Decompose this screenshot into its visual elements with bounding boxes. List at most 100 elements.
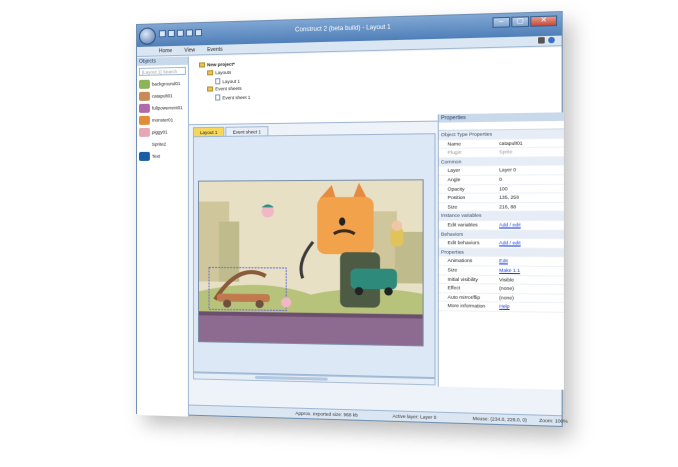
property-name: Initial visibility: [447, 276, 478, 282]
property-row[interactable]: Size 216, 88: [438, 202, 564, 213]
property-value-text: (none): [499, 294, 514, 301]
property-value: 100: [496, 184, 564, 192]
property-row[interactable]: More information Help: [438, 302, 564, 313]
list-item-label: fullpowerrent01: [151, 104, 183, 111]
help-icon[interactable]: [548, 36, 555, 44]
minimize-button[interactable]: –: [492, 16, 511, 28]
maximize-button[interactable]: ▢: [511, 16, 530, 28]
property-value: Layer 0: [496, 166, 564, 175]
property-name: Size: [447, 204, 458, 210]
property-value[interactable]: Make 1:1: [496, 266, 564, 275]
property-value[interactable]: Add / edit: [496, 221, 564, 229]
list-item-label: Sprite2: [151, 141, 167, 147]
property-name: Opacity: [447, 185, 465, 192]
property-link[interactable]: Make 1:1: [499, 268, 520, 273]
edit-icon[interactable]: [538, 37, 545, 44]
property-value: Sprite: [496, 148, 564, 157]
folder-icon: [207, 70, 214, 76]
monster-thumb-icon: [138, 115, 150, 125]
list-item[interactable]: monster01: [137, 113, 188, 126]
property-link[interactable]: Help: [499, 304, 509, 309]
property-name: Plugin: [447, 149, 462, 156]
properties-grid: Object Type Properties Name catapult01 Plug…: [438, 129, 564, 313]
property-value: Visible: [496, 276, 564, 285]
objects-search-input[interactable]: [Layout 1] Search: [138, 66, 186, 76]
property-name: Angle: [447, 176, 461, 183]
property-name: Animations: [447, 258, 473, 264]
property-row[interactable]: Opacity 100: [438, 184, 564, 195]
catapult-thumb-icon: [138, 91, 150, 101]
tab-home[interactable]: Home: [159, 46, 172, 55]
property-section-label: Behaviors: [441, 231, 464, 237]
active-layer-status: Active layer: Layer 0: [392, 413, 437, 421]
scrollbar-thumb[interactable]: [255, 375, 328, 381]
property-section[interactable]: Instance variables: [438, 211, 564, 222]
list-item-label: piggy01: [151, 129, 168, 135]
property-name: Effect: [447, 285, 461, 291]
zoom-status: Zoom: 100%: [539, 417, 568, 424]
property-value: (none): [496, 294, 564, 303]
property-value-text: 100: [499, 185, 508, 192]
tree-item-label: Layout 1: [222, 78, 240, 84]
list-item-label: catapult01: [151, 92, 173, 99]
folder-icon: [207, 86, 214, 92]
property-row[interactable]: Position 135, 258: [438, 193, 564, 204]
property-name: Position: [447, 194, 466, 201]
property-name: More information: [447, 303, 486, 309]
layout-icon: [215, 78, 221, 85]
tree-root-label: New project*: [207, 61, 235, 68]
event-sheet-icon: [215, 94, 221, 101]
property-link[interactable]: Edit: [499, 258, 508, 263]
property-link[interactable]: Add / edit: [499, 240, 521, 245]
property-value: catapult01: [496, 139, 564, 148]
piggy-thumb-icon: [138, 127, 150, 137]
list-item[interactable]: piggy01: [137, 125, 188, 138]
property-value-text: Visible: [499, 276, 515, 283]
status-bar: Approx. exported size: 968 kb Active lay…: [188, 404, 568, 426]
property-value-text: (none): [499, 285, 514, 292]
property-section-label: Object Type Properties: [441, 131, 493, 138]
tree-item-label: Layouts: [215, 69, 232, 76]
tab-view[interactable]: View: [184, 45, 195, 54]
layout-editor[interactable]: [192, 133, 436, 379]
property-value: 135, 258: [496, 194, 564, 202]
tab-layout-1[interactable]: Layout 1: [192, 126, 225, 137]
property-link[interactable]: Add / edit: [499, 222, 521, 227]
list-item[interactable]: fullpowerrent01: [137, 101, 188, 114]
property-section-label: Properties: [441, 249, 464, 255]
properties-panel: Properties Object Type Properties Name cat…: [437, 112, 564, 390]
tab-events[interactable]: Events: [207, 45, 223, 55]
list-item-label: monster01: [151, 116, 174, 123]
property-value: 216, 88: [496, 203, 564, 211]
property-row[interactable]: Edit variables Add / edit: [438, 221, 564, 231]
objects-panel-title: Objects: [136, 56, 188, 66]
objects-panel: Objects [Layout 1] Search background01 c…: [136, 56, 189, 417]
window-controls: – ▢ ✕: [492, 15, 558, 28]
tree-item-event-sheet-1[interactable]: Event sheet 1: [215, 94, 250, 101]
list-item[interactable]: Text: [137, 149, 188, 162]
property-name: Size: [447, 267, 458, 273]
list-item-label: background01: [151, 80, 181, 87]
tree-root[interactable]: New project*: [199, 62, 235, 68]
close-button[interactable]: ✕: [530, 15, 558, 27]
list-item[interactable]: Sprite2: [137, 137, 188, 150]
property-value[interactable]: Edit: [496, 257, 564, 265]
mouse-position-status: Mouse: (234.0, 229.0, 0): [472, 415, 527, 423]
tree-item-event-sheets[interactable]: Event sheets: [207, 86, 242, 92]
property-value-text: Sprite: [499, 149, 513, 155]
list-item[interactable]: background01: [137, 77, 188, 90]
tree-item-label: Event sheet 1: [222, 94, 251, 100]
tree-item-layout-1[interactable]: Layout 1: [215, 78, 240, 85]
ribbon-right-icons: [538, 36, 555, 44]
property-value-text: Layer 0: [499, 167, 517, 173]
property-value[interactable]: Help: [496, 303, 564, 312]
tree-item-layouts[interactable]: Layouts: [207, 70, 231, 76]
list-item-label: Text: [151, 153, 161, 159]
powerup-thumb-icon: [138, 103, 150, 113]
property-value-text: 135, 258: [499, 194, 519, 201]
property-name: Layer: [447, 167, 461, 174]
property-value[interactable]: Add / edit: [496, 239, 564, 247]
list-item[interactable]: catapult01: [137, 89, 188, 102]
game-scene-image: [197, 179, 424, 347]
property-section[interactable]: Behaviors: [438, 230, 564, 240]
